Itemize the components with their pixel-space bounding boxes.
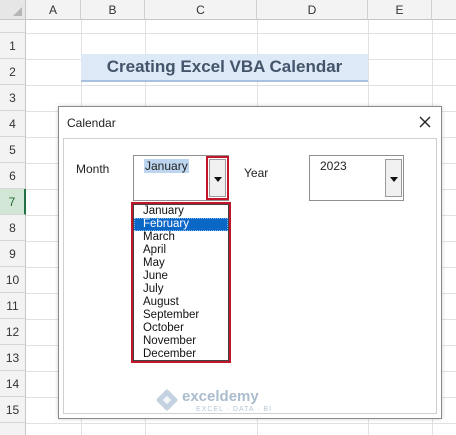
column-header-c[interactable]: C [145, 0, 257, 20]
dropdown-list-highlight [131, 202, 231, 363]
select-all-icon [13, 7, 22, 16]
year-value[interactable]: 2023 [320, 159, 347, 173]
column-header-d[interactable]: D [257, 0, 368, 20]
row-header-3[interactable]: 3 [0, 85, 26, 111]
dialog-title: Calendar [67, 116, 116, 130]
exceldemy-logo-icon [156, 389, 178, 411]
row-header-5[interactable]: 5 [0, 137, 26, 163]
row-header-2[interactable]: 2 [0, 59, 26, 85]
row-header-14[interactable]: 14 [0, 371, 26, 397]
year-label: Year [244, 166, 269, 180]
close-icon [419, 116, 431, 128]
chevron-down-icon [389, 177, 398, 182]
grid-line [26, 423, 456, 424]
row-header-12[interactable]: 12 [0, 319, 26, 345]
row-header-1[interactable]: 1 [0, 33, 26, 59]
row-header-16-partial [0, 423, 26, 435]
calendar-dialog: Calendar [58, 106, 442, 419]
close-button[interactable] [413, 110, 437, 134]
row-header-11[interactable]: 11 [0, 293, 26, 319]
select-all-corner[interactable] [0, 0, 26, 20]
year-dropdown-button[interactable] [385, 159, 402, 197]
grid-line [26, 85, 456, 86]
grid-line [26, 33, 456, 34]
row-header-10[interactable]: 10 [0, 267, 26, 293]
watermark-tagline: EXCEL · DATA · BI [196, 406, 272, 413]
month-label: Month [76, 162, 110, 176]
year-combobox[interactable]: 2023 [309, 155, 404, 201]
row-header-partial [0, 20, 26, 33]
row-header-9[interactable]: 9 [0, 241, 26, 267]
column-header-e[interactable]: E [368, 0, 432, 20]
row-header-8[interactable]: 8 [0, 215, 26, 241]
row-header-13[interactable]: 13 [0, 345, 26, 371]
row-header-15[interactable]: 15 [0, 397, 26, 423]
row-header-6[interactable]: 6 [0, 163, 26, 189]
row-header-7[interactable]: 7 [0, 189, 26, 215]
column-header-a[interactable]: A [26, 0, 81, 20]
sheet-title-cell[interactable]: Creating Excel VBA Calendar [81, 54, 368, 82]
dropdown-button-highlight [206, 156, 229, 200]
watermark-name: exceldemy [182, 388, 259, 405]
column-header-f[interactable] [432, 0, 456, 20]
month-value[interactable]: January [144, 159, 189, 173]
row-header-4[interactable]: 4 [0, 111, 26, 137]
column-header-b[interactable]: B [81, 0, 145, 20]
